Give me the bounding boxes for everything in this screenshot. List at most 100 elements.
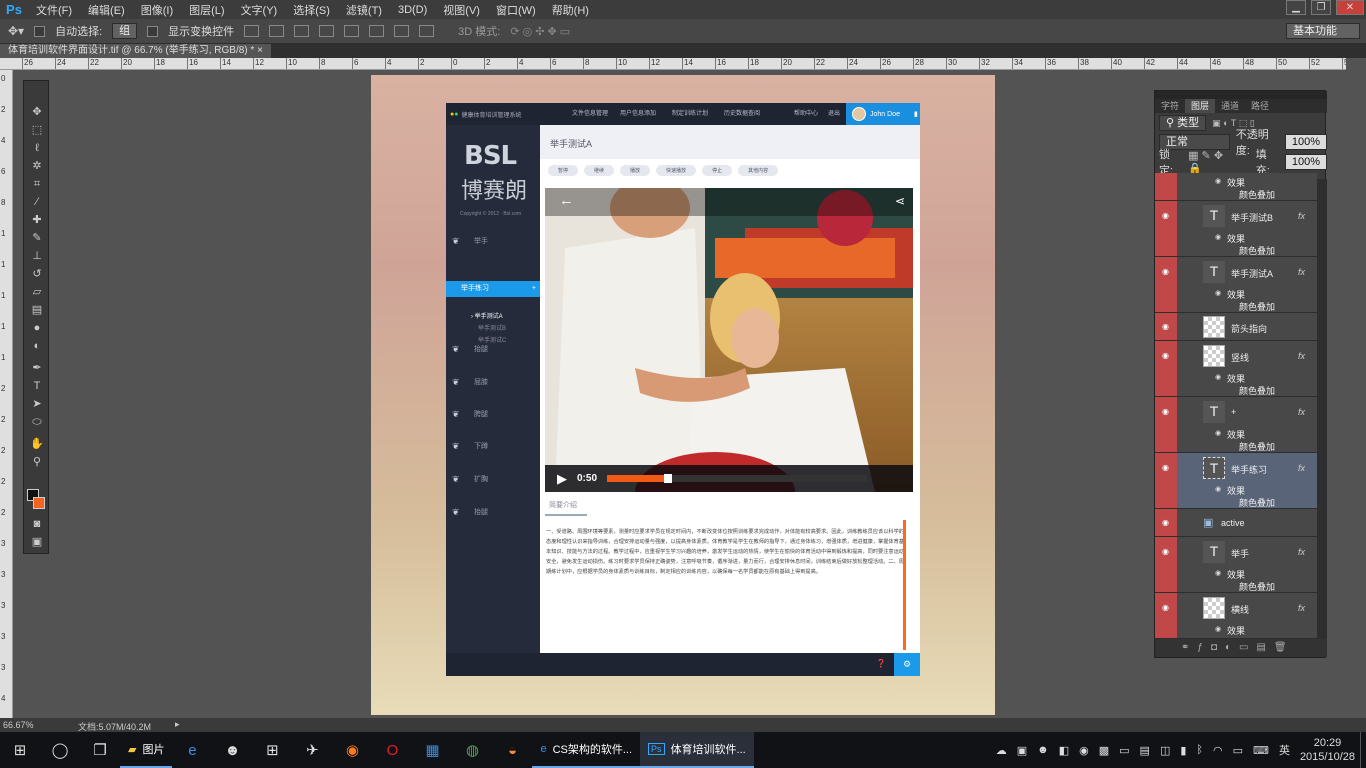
- sub-item[interactable]: 举手测试B: [478, 323, 506, 332]
- tray-app-icon[interactable]: ▤: [1135, 744, 1155, 757]
- eye-icon[interactable]: ◉: [1215, 289, 1221, 297]
- restore-icon[interactable]: ❐: [1311, 0, 1331, 15]
- show-desktop[interactable]: [1360, 732, 1366, 768]
- back-arrow-icon[interactable]: ←: [559, 192, 574, 209]
- type-icon[interactable]: T: [29, 379, 45, 393]
- show-transform-checkbox[interactable]: [147, 25, 159, 37]
- auto-select-dropdown[interactable]: 组: [112, 23, 138, 39]
- taskbar-app-pictures[interactable]: ▰ 图片: [120, 732, 173, 768]
- menu-image[interactable]: 图像(I): [133, 2, 181, 18]
- fx-icon[interactable]: fx: [1298, 547, 1305, 557]
- filter-kind-dropdown[interactable]: ⚲ 类型: [1159, 115, 1207, 131]
- tray-app-icon[interactable]: ▣: [1012, 744, 1032, 757]
- eye-icon[interactable]: ◉: [1215, 429, 1221, 437]
- auto-select-checkbox[interactable]: [34, 25, 46, 37]
- layer-row[interactable]: ◉ 箭头指向: [1155, 313, 1317, 341]
- side-item[interactable]: ❦ 屈膝: [446, 370, 540, 394]
- fx-icon[interactable]: fx: [1298, 407, 1305, 417]
- ime-indicator[interactable]: 英: [1274, 742, 1295, 758]
- video-progress-knob[interactable]: [664, 474, 673, 483]
- menu-layer[interactable]: 图层(L): [181, 2, 232, 18]
- align-left-icon[interactable]: [319, 25, 335, 37]
- tab-paths[interactable]: 路径: [1245, 99, 1275, 113]
- share-icon[interactable]: ⋖: [895, 194, 905, 208]
- menu-type[interactable]: 文字(Y): [233, 2, 286, 18]
- layer-actions-bar[interactable]: ⚭ƒ◘◐▭▤🗑: [1155, 639, 1327, 657]
- eye-icon[interactable]: ◉: [1162, 211, 1169, 220]
- side-item[interactable]: ❦ 抬腿: [446, 337, 540, 361]
- wifi-icon[interactable]: ◠: [1208, 744, 1228, 757]
- eyedropper-icon[interactable]: ⁄: [29, 195, 45, 209]
- task-view-icon[interactable]: ❐: [80, 732, 120, 768]
- fx-icon[interactable]: fx: [1298, 603, 1305, 613]
- distribute-icon[interactable]: [394, 25, 410, 37]
- path-select-icon[interactable]: ➤: [29, 397, 45, 411]
- layer-row[interactable]: ◉ T 举手测试A fx ◉ 效果 颜色叠加: [1155, 257, 1317, 313]
- stop-button[interactable]: 停止: [702, 164, 733, 176]
- play-icon[interactable]: ▶: [557, 471, 567, 487]
- taskbar-app-photoshop[interactable]: Ps 体育培训软件...: [640, 732, 754, 768]
- eye-icon[interactable]: ◉: [1215, 485, 1221, 493]
- eye-icon[interactable]: ◉: [1215, 177, 1221, 185]
- layers-scrollbar[interactable]: [1317, 179, 1327, 639]
- nav-logout[interactable]: 退出: [828, 103, 840, 125]
- eye-icon[interactable]: ◉: [1215, 625, 1221, 633]
- zoom-icon[interactable]: ⚲: [29, 455, 45, 469]
- eye-icon[interactable]: ◉: [1215, 569, 1221, 577]
- nav-plan[interactable]: 制定训练计划: [672, 103, 708, 125]
- eye-icon[interactable]: ◉: [1162, 463, 1169, 472]
- qq-tray-icon[interactable]: ☻: [1032, 744, 1054, 756]
- user-menu[interactable]: John Doe ▮: [846, 103, 920, 125]
- nav-add-user[interactable]: 用户信息添加: [620, 103, 656, 125]
- fx-icon[interactable]: fx: [1298, 211, 1305, 221]
- battery-icon[interactable]: ▮: [1175, 744, 1191, 757]
- layer-effects-row[interactable]: ◉ 效果 颜色叠加: [1155, 173, 1317, 201]
- healing-icon[interactable]: ✚: [29, 213, 45, 227]
- tray-app-icon[interactable]: ◉: [1074, 744, 1094, 757]
- nav-file-info[interactable]: 文件信息管理: [572, 103, 608, 125]
- move-tool-icon[interactable]: ✥▾: [8, 24, 24, 38]
- side-item-raise-hand[interactable]: ❦ 举手: [446, 229, 540, 253]
- magic-wand-icon[interactable]: ✲: [29, 159, 45, 173]
- lasso-icon[interactable]: ℓ: [29, 141, 45, 155]
- tray-app-icon[interactable]: ◫: [1155, 744, 1175, 757]
- align-vcenter-icon[interactable]: [269, 25, 285, 37]
- tab-channels[interactable]: 通道: [1215, 99, 1245, 113]
- workspace-dropdown[interactable]: 基本功能: [1286, 23, 1360, 39]
- align-top-icon[interactable]: [244, 25, 260, 37]
- menu-window[interactable]: 窗口(W): [488, 2, 544, 18]
- fx-icon[interactable]: fx: [1298, 351, 1305, 361]
- intro-tab[interactable]: 简要介绍: [545, 500, 587, 516]
- fx-icon[interactable]: fx: [1298, 267, 1305, 277]
- screen-mode-icon[interactable]: ▣: [29, 535, 45, 549]
- store-icon[interactable]: ⊞: [252, 732, 292, 768]
- intro-scrollbar[interactable]: [903, 520, 906, 650]
- tab-layers[interactable]: 图层: [1185, 99, 1216, 113]
- continue-button[interactable]: 继续: [584, 164, 615, 176]
- status-arrow-icon[interactable]: ▸: [175, 719, 180, 730]
- menu-help[interactable]: 帮助(H): [544, 2, 597, 18]
- brush-icon[interactable]: ✎: [29, 231, 45, 245]
- settings-icon[interactable]: ⚙: [894, 653, 920, 676]
- plus-icon[interactable]: +: [532, 281, 536, 297]
- eye-icon[interactable]: ◉: [1162, 407, 1169, 416]
- search-icon[interactable]: ◯: [40, 732, 80, 768]
- nav-history[interactable]: 历史数据查阅: [724, 103, 760, 125]
- side-item[interactable]: ❦ 扩胸: [446, 467, 540, 491]
- align-bottom-icon[interactable]: [294, 25, 310, 37]
- remote-icon[interactable]: ▦: [412, 732, 452, 768]
- eye-icon[interactable]: ◉: [1162, 518, 1169, 527]
- background-color-swatch[interactable]: [33, 497, 45, 509]
- lock-icons[interactable]: ▦ ✎ ✥ 🔒: [1188, 149, 1236, 175]
- opacity-input[interactable]: 100%: [1284, 134, 1327, 150]
- distribute-v-icon[interactable]: [419, 25, 435, 37]
- fx-icon[interactable]: fx: [1298, 463, 1305, 473]
- eye-icon[interactable]: ◉: [1162, 351, 1169, 360]
- edge-icon[interactable]: e: [172, 732, 212, 768]
- layer-row[interactable]: ◉ ▣ active: [1155, 509, 1317, 537]
- taskbar-app-ie[interactable]: e CS架构的软件...: [532, 732, 641, 768]
- layer-row[interactable]: ◉ T + fx ◉ 效果 颜色叠加: [1155, 397, 1317, 453]
- tray-app-icon[interactable]: ▭: [1114, 744, 1134, 757]
- chrome-icon[interactable]: ◍: [452, 732, 492, 768]
- keyboard-icon[interactable]: ⌨: [1248, 744, 1274, 757]
